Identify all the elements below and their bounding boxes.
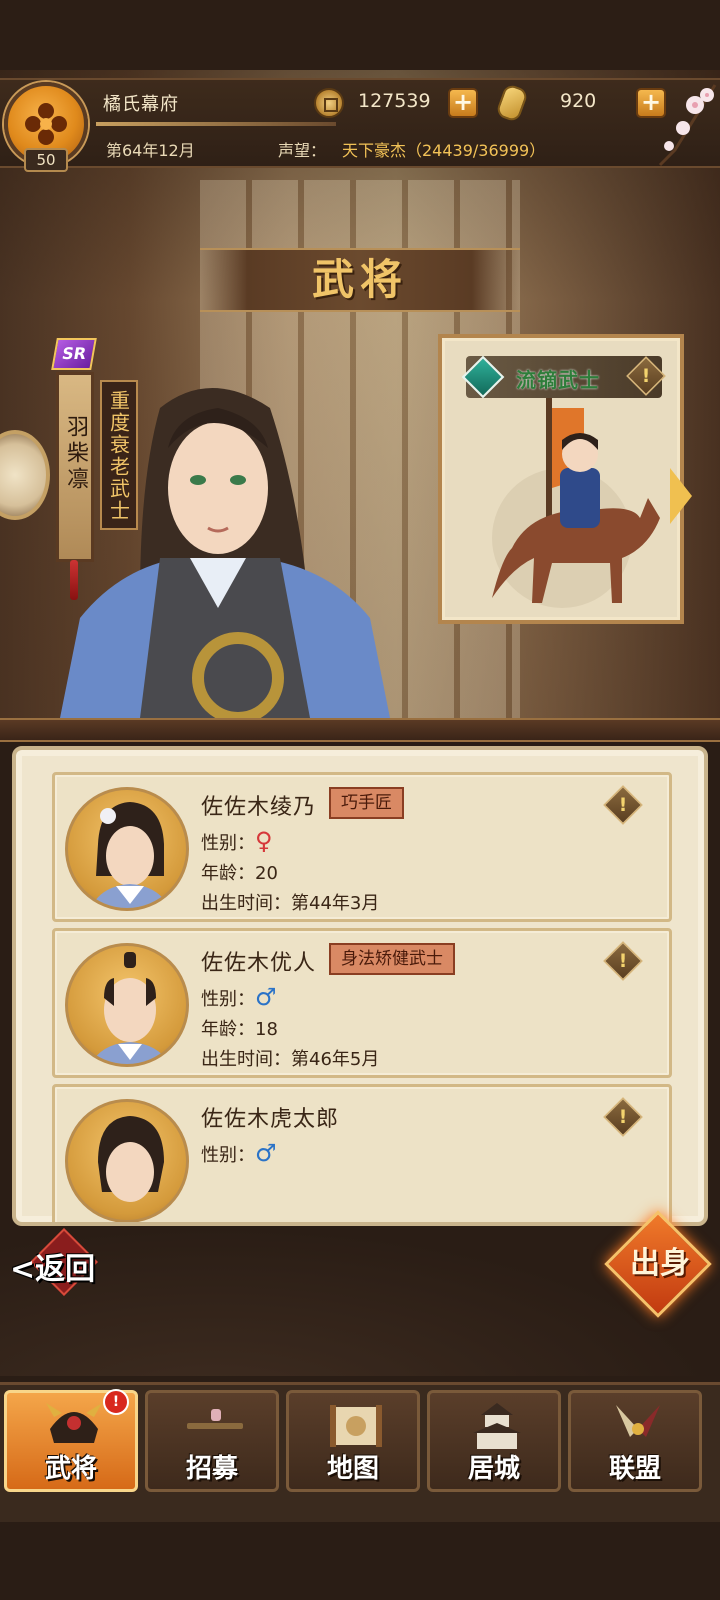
nav-map[interactable]: 地图 — [286, 1390, 420, 1492]
alliance-flags-icon — [616, 1405, 660, 1437]
clan-name: 橘氏幕府 — [103, 94, 179, 115]
female-icon: ♀ — [255, 827, 273, 855]
status-strip — [0, 0, 720, 70]
hero-portrait — [60, 388, 390, 718]
male-icon: ♂ — [255, 1139, 277, 1167]
bottom-spacer — [0, 1522, 720, 1600]
birth-row: 出生时间：第44年3月 — [201, 889, 379, 915]
member-trait-tag[interactable]: 巧手匠 — [329, 787, 404, 819]
deploy-label: 出身 — [630, 1246, 690, 1281]
mounted-samurai-figure — [492, 398, 660, 608]
next-hero-arrow[interactable] — [670, 468, 692, 524]
prestige-label: 声望： — [278, 141, 327, 160]
age-value: 20 — [255, 863, 278, 884]
male-portrait — [98, 1116, 164, 1202]
info-icon: ! — [618, 950, 628, 972]
prestige-value: 天下豪杰（24439/36999） — [342, 141, 546, 160]
member-info-button[interactable]: ! — [603, 785, 643, 825]
nav-label: 居城 — [467, 1454, 520, 1484]
unit-type-card[interactable]: 流镝武士 ! — [438, 334, 684, 624]
male-portrait — [90, 952, 170, 1064]
nav-label: 招募 — [185, 1454, 238, 1484]
rarity-badge: SR — [51, 338, 97, 370]
cherry-blossom-decoration — [658, 84, 717, 167]
age-label: 年龄： — [201, 1019, 255, 1040]
list-item[interactable]: 佐佐木优人 身法矫健武士 性别：♂ 年龄：18 出生时间：第46年5月 ! — [52, 928, 672, 1078]
member-avatar — [65, 943, 189, 1067]
age-row: 年龄：20 — [201, 859, 278, 885]
member-info-button[interactable]: ! — [603, 941, 643, 981]
crest-flower-icon — [25, 103, 67, 145]
list-item[interactable]: 佐佐木绫乃 巧手匠 性别：♀ 年龄：20 出生时间：第44年3月 ! — [52, 772, 672, 922]
nav-recruit[interactable]: 招募 — [145, 1390, 279, 1492]
back-label: <返回 — [10, 1252, 96, 1287]
nav-generals[interactable]: ! 武将 — [4, 1389, 138, 1492]
birth-value: 第44年3月 — [291, 893, 380, 914]
katana-icon — [187, 1409, 243, 1429]
nav-castle[interactable]: 居城 — [427, 1390, 561, 1492]
member-name: 佐佐木虎太郎 — [201, 1107, 340, 1132]
birth-row: 出生时间：第46年5月 — [201, 1045, 379, 1071]
male-icon: ♂ — [255, 983, 277, 1011]
gender-label: 性别： — [201, 1145, 255, 1166]
gender-row: 性别：♂ — [201, 983, 277, 1011]
unit-type-name: 流镝武士 — [516, 368, 600, 392]
gender-label: 性别： — [201, 989, 255, 1010]
nav-label: 地图 — [326, 1454, 379, 1484]
nav-label: 武将 — [44, 1454, 97, 1484]
family-member-list[interactable]: 佐佐木绫乃 巧手匠 性别：♀ 年龄：20 出生时间：第44年3月 ! 佐佐木优人… — [12, 746, 708, 1226]
clan-exp-bar — [96, 122, 336, 126]
member-info-button[interactable]: ! — [603, 1097, 643, 1137]
copper-coin-icon — [314, 88, 344, 118]
birth-value: 第46年5月 — [291, 1049, 380, 1070]
age-value: 18 — [255, 1019, 278, 1040]
nav-alliance[interactable]: 联盟 — [568, 1390, 702, 1492]
member-avatar — [65, 1099, 189, 1222]
gender-label: 性别： — [201, 833, 255, 854]
info-icon: ! — [618, 1106, 628, 1128]
gender-row: 性别：♂ — [201, 1139, 277, 1167]
game-date: 第64年12月 — [106, 141, 195, 160]
nav-label: 联盟 — [608, 1454, 661, 1484]
birth-label: 出生时间： — [201, 893, 291, 914]
member-avatar — [65, 787, 189, 911]
female-portrait — [90, 802, 170, 908]
page-title: 武将 — [311, 255, 408, 304]
member-name: 佐佐木绫乃 — [201, 795, 317, 820]
coin-amount: 127539 — [358, 90, 431, 112]
info-icon: ! — [618, 794, 628, 816]
scroll-map-icon — [330, 1405, 382, 1447]
member-trait-tag[interactable]: 身法矫健武士 — [329, 943, 455, 975]
section-divider — [0, 718, 720, 742]
age-label: 年龄： — [201, 863, 255, 884]
page-title-banner: 武将 — [200, 248, 520, 312]
add-coins-button[interactable]: + — [448, 88, 478, 118]
samurai-helmet-icon — [46, 1403, 102, 1443]
info-icon: ! — [641, 365, 651, 387]
birth-label: 出生时间： — [201, 1049, 291, 1070]
castle-icon — [473, 1403, 521, 1449]
list-item[interactable]: 佐佐木虎太郎 性别：♂ ! — [52, 1084, 672, 1222]
level-badge: 50 — [24, 148, 68, 172]
notification-badge: ! — [103, 1389, 129, 1415]
gender-row: 性别：♀ — [201, 827, 273, 855]
member-name: 佐佐木优人 — [201, 951, 317, 976]
age-row: 年龄：18 — [201, 1015, 278, 1041]
back-button[interactable]: <返回 — [4, 1228, 120, 1296]
gold-amount: 920 — [560, 90, 597, 112]
